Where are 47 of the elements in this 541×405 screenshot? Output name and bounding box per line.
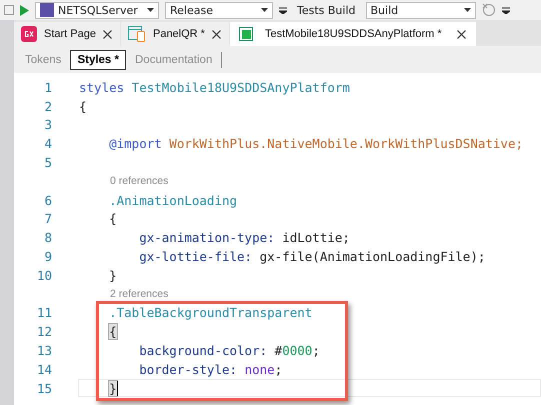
caret-icon bbox=[464, 8, 471, 12]
code-line: gx-animation-type: idLottie; bbox=[138, 229, 351, 247]
code-line: styles TestMobile18U9SDDSAnyPlatform bbox=[78, 78, 351, 96]
code-line: border-style: none; bbox=[138, 360, 284, 378]
code-line: .TableBackgroundTransparent bbox=[108, 304, 314, 322]
line-number: 1 bbox=[43, 80, 53, 95]
code-line: background-color: #0000; bbox=[138, 342, 321, 360]
line-number: 11 bbox=[36, 305, 53, 320]
object-icon bbox=[238, 26, 254, 42]
line-number: 4 bbox=[43, 136, 53, 152]
build-dropdown[interactable]: Build bbox=[366, 2, 476, 18]
logo-icon bbox=[21, 26, 37, 42]
editor-tab[interactable]: Styles * bbox=[70, 50, 126, 70]
environment-dropdown[interactable]: NETSQLServer bbox=[35, 2, 159, 18]
code-line: { bbox=[78, 98, 88, 116]
document-tab[interactable]: TestMobile18U9SDDSAnyPlatform * bbox=[230, 22, 476, 46]
line-number: 7 bbox=[43, 211, 53, 226]
close-icon[interactable] bbox=[212, 30, 221, 38]
code-line: @import WorkWithPlus.NativeMobile.WorkWithPlusDSNative; bbox=[108, 135, 524, 153]
play-icon[interactable] bbox=[20, 4, 29, 16]
line-number: 13 bbox=[36, 343, 53, 358]
caret-icon bbox=[147, 8, 154, 12]
line-number: 12 bbox=[36, 324, 53, 340]
build-label: Tests Build bbox=[297, 4, 356, 16]
line-number: 3 bbox=[43, 117, 53, 132]
line-number: 5 bbox=[43, 155, 53, 170]
close-icon[interactable] bbox=[456, 30, 466, 38]
document-tab[interactable]: Start Page bbox=[14, 22, 120, 46]
configuration-dropdown[interactable]: Release bbox=[165, 2, 273, 18]
line-number: 14 bbox=[36, 362, 53, 377]
line-number: 2 bbox=[43, 98, 53, 114]
line-number: 6 bbox=[43, 192, 53, 208]
line-number: 9 bbox=[43, 249, 53, 264]
close-icon[interactable] bbox=[102, 30, 112, 38]
code-line: gx-lottie-file: gx-file(AnimationLoadingFile); bbox=[138, 248, 486, 266]
document-tab[interactable]: PanelQR * bbox=[120, 22, 229, 46]
caret-icon bbox=[261, 8, 268, 12]
line-number: 8 bbox=[43, 230, 53, 246]
line-number: 10 bbox=[36, 268, 53, 283]
line-number: 15 bbox=[36, 380, 53, 396]
net-icon bbox=[40, 3, 54, 17]
code-line: .AnimationLoading bbox=[108, 192, 238, 210]
overflow-icon[interactable] bbox=[502, 6, 510, 14]
code-line: } bbox=[108, 266, 118, 284]
code-line: { bbox=[108, 210, 118, 228]
overflow-icon[interactable] bbox=[279, 6, 287, 14]
panel-phone-icon bbox=[128, 26, 146, 42]
